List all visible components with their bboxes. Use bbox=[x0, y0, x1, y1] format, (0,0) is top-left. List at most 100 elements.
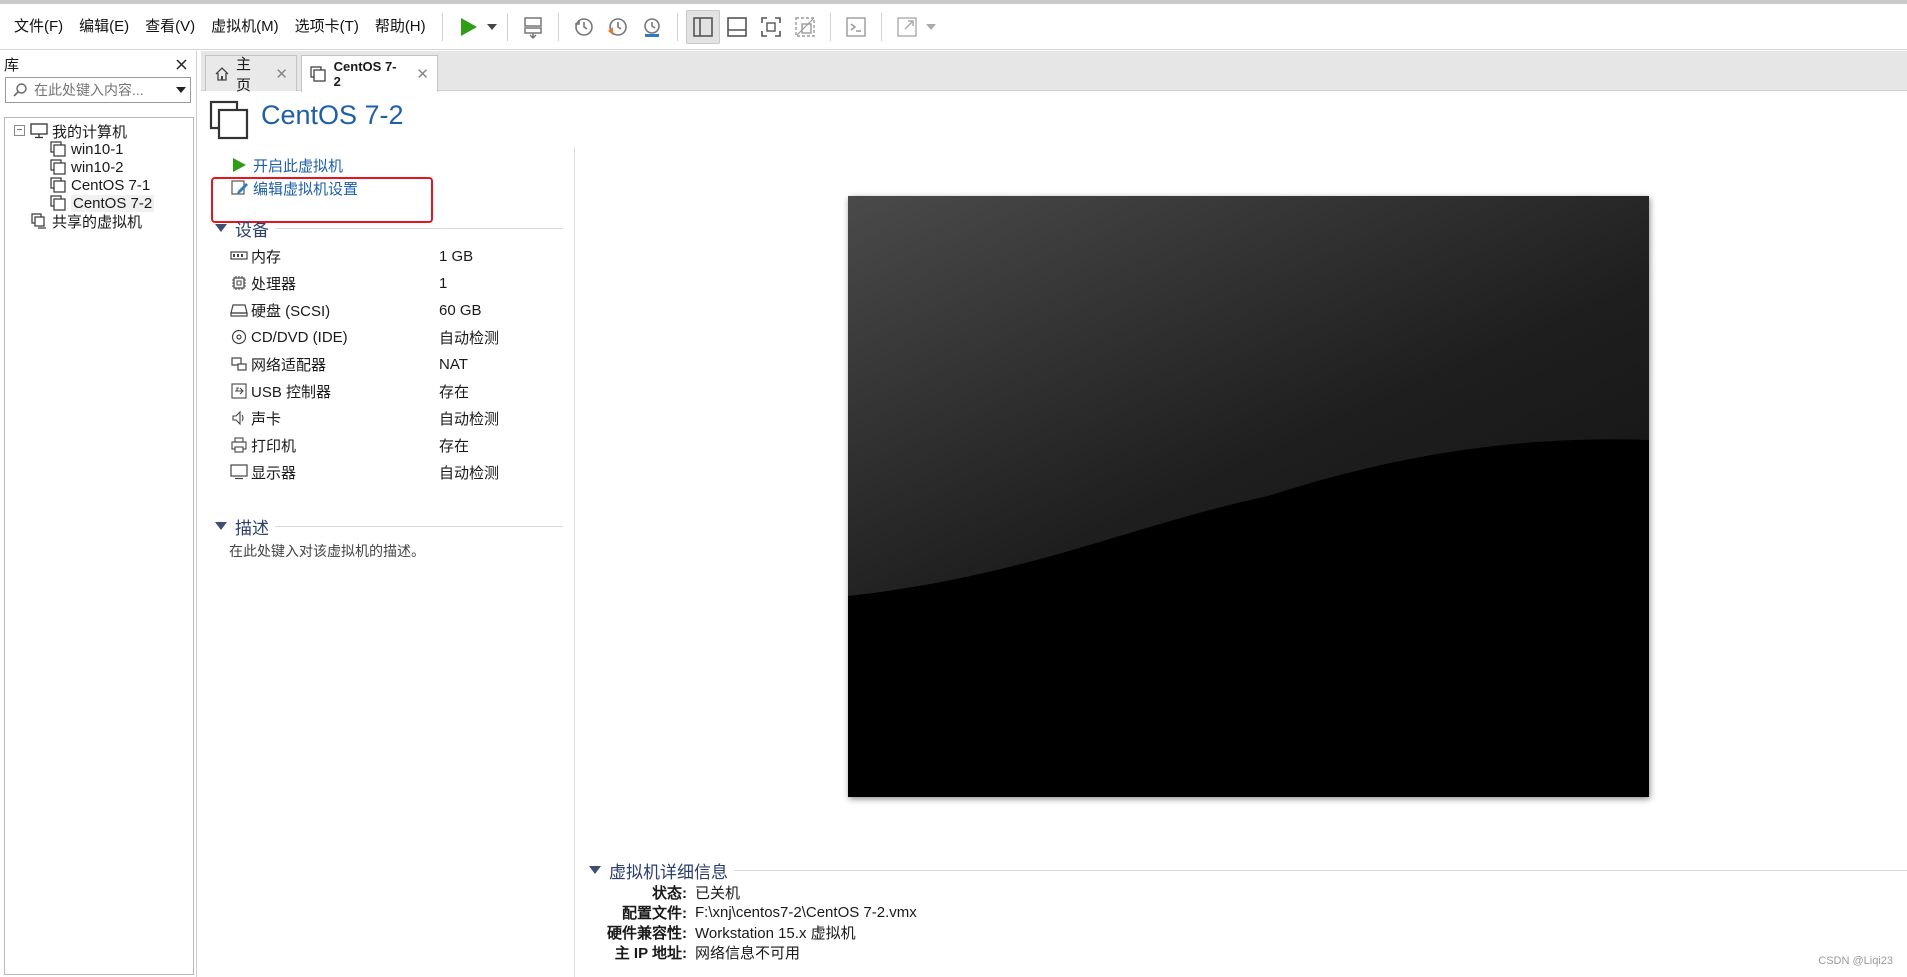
toolbar-separator bbox=[441, 12, 443, 41]
console-view-button[interactable] bbox=[839, 10, 873, 44]
play-icon bbox=[231, 155, 251, 175]
detail-value: Workstation 15.x 虚拟机 bbox=[695, 924, 856, 942]
device-row-network-adapter[interactable]: 网络适配器 NAT bbox=[229, 352, 569, 376]
device-row-sound-card[interactable]: 声卡 自动检测 bbox=[229, 406, 569, 430]
console-icon bbox=[845, 16, 866, 37]
full-screen-button[interactable] bbox=[754, 10, 788, 44]
description-placeholder[interactable]: 在此处键入对该虚拟机的描述。 bbox=[229, 541, 425, 561]
device-value: 存在 bbox=[439, 437, 470, 455]
library-title: 库 bbox=[4, 56, 20, 74]
device-row-cd-dvd[interactable]: CD/DVD (IDE) 自动检测 bbox=[229, 325, 569, 349]
stretch-icon bbox=[896, 16, 917, 37]
detail-key: 状态: bbox=[652, 884, 687, 902]
vm-details-section-title: 虚拟机详细信息 bbox=[609, 862, 728, 882]
toolbar-separator bbox=[880, 12, 882, 41]
device-row-hard-disk[interactable]: 硬盘 (SCSI) 60 GB bbox=[229, 298, 569, 322]
watermark: CSDN @Liqi23 bbox=[1818, 955, 1893, 967]
power-dropdown-button[interactable] bbox=[485, 10, 499, 44]
close-tab-button[interactable]: ✕ bbox=[275, 65, 288, 83]
library-search-input[interactable] bbox=[34, 82, 172, 98]
stretch-dropdown-button[interactable] bbox=[924, 10, 938, 44]
detail-value: F:\xnj\centos7-2\CentOS 7-2.vmx bbox=[695, 903, 917, 921]
send-ctrl-alt-del-button[interactable] bbox=[516, 10, 550, 44]
device-row-memory[interactable]: 内存 1 GB bbox=[229, 244, 569, 268]
search-icon bbox=[6, 82, 34, 98]
tab-label: 主页 bbox=[236, 55, 252, 94]
device-row-printer[interactable]: 打印机 存在 bbox=[229, 433, 569, 457]
menu-file[interactable]: 文件(F) bbox=[6, 12, 71, 42]
section-divider bbox=[275, 227, 563, 229]
vm-summary-page: CentOS 7-2 开启此虚拟机 编辑虚拟机设置 设备 内存 1 GB 处理器… bbox=[201, 92, 1907, 977]
detail-row-hardware-compatibility: 硬件兼容性: Workstation 15.x 虚拟机 bbox=[589, 922, 1289, 942]
device-value: 1 GB bbox=[439, 247, 474, 265]
display-icon bbox=[229, 462, 249, 482]
network-adapter-icon bbox=[229, 354, 249, 374]
cpu-icon bbox=[229, 273, 249, 293]
collapse-triangle-icon bbox=[215, 224, 227, 232]
tab-home[interactable]: 主页 ✕ bbox=[205, 55, 297, 94]
usb-icon bbox=[229, 381, 249, 401]
toolbar-separator bbox=[676, 12, 678, 41]
device-value: 60 GB bbox=[439, 301, 482, 319]
menu-vm[interactable]: 虚拟机(M) bbox=[203, 12, 287, 42]
sound-icon bbox=[229, 408, 249, 428]
device-row-display[interactable]: 显示器 自动检测 bbox=[229, 460, 569, 484]
show-library-button[interactable] bbox=[685, 9, 720, 44]
detail-value: 已关机 bbox=[695, 884, 741, 902]
device-value: 自动检测 bbox=[439, 464, 500, 482]
computer-icon bbox=[29, 121, 49, 141]
library-panel: 库 − 我的计算机 win10-1 bbox=[0, 51, 197, 977]
tree-item-label: 共享的虚拟机 bbox=[52, 213, 143, 231]
take-snapshot-button[interactable] bbox=[567, 10, 601, 44]
snapshot-icon bbox=[574, 17, 593, 36]
cd-dvd-icon bbox=[229, 327, 249, 347]
unity-button[interactable] bbox=[788, 10, 822, 44]
library-header: 库 bbox=[0, 51, 196, 77]
menu-edit[interactable]: 编辑(E) bbox=[71, 12, 137, 42]
toolbar-separator bbox=[829, 12, 831, 41]
close-tab-button[interactable]: ✕ bbox=[416, 65, 429, 83]
revert-snapshot-button[interactable] bbox=[601, 10, 635, 44]
vm-details-section-header[interactable]: 虚拟机详细信息 bbox=[589, 858, 1907, 882]
device-name: 内存 bbox=[251, 248, 282, 266]
tab-label: CentOS 7-2 bbox=[333, 59, 397, 89]
description-section-header[interactable]: 描述 bbox=[215, 514, 563, 538]
detail-value: 网络信息不可用 bbox=[695, 944, 801, 962]
page-title: CentOS 7-2 bbox=[261, 100, 404, 130]
vm-screen-preview[interactable] bbox=[848, 196, 1649, 797]
device-row-usb-controller[interactable]: USB 控制器 存在 bbox=[229, 379, 569, 403]
search-dropdown-button[interactable] bbox=[172, 87, 190, 93]
tree-collapse-toggle[interactable]: − bbox=[14, 125, 25, 136]
snapshot-manager-button[interactable] bbox=[635, 10, 669, 44]
detail-row-status: 状态: 已关机 bbox=[589, 882, 1289, 902]
toolbar-separator bbox=[506, 12, 508, 41]
library-search-box[interactable] bbox=[5, 77, 191, 103]
tree-item-shared-vms[interactable]: 共享的虚拟机 bbox=[29, 210, 142, 232]
close-library-button[interactable] bbox=[172, 54, 190, 75]
menu-tabs[interactable]: 选项卡(T) bbox=[287, 12, 367, 42]
device-name: 网络适配器 bbox=[251, 356, 327, 374]
revert-snapshot-icon bbox=[607, 17, 627, 36]
stretch-guest-button[interactable] bbox=[890, 10, 924, 44]
chevron-down-icon bbox=[925, 23, 936, 30]
printer-icon bbox=[229, 435, 249, 455]
menu-help[interactable]: 帮助(H) bbox=[367, 12, 434, 42]
menu-toolbar: 文件(F) 编辑(E) 查看(V) 虚拟机(M) 选项卡(T) 帮助(H) bbox=[0, 4, 1907, 50]
collapse-triangle-icon bbox=[589, 866, 601, 874]
device-row-processor[interactable]: 处理器 1 bbox=[229, 271, 569, 295]
tree-item-label: win10-1 bbox=[71, 140, 124, 158]
play-icon bbox=[460, 17, 477, 36]
device-name: CD/DVD (IDE) bbox=[251, 328, 348, 346]
menu-view[interactable]: 查看(V) bbox=[137, 12, 203, 42]
vm-large-icon bbox=[209, 100, 249, 140]
collapse-triangle-icon bbox=[215, 522, 227, 530]
tab-centos-7-2[interactable]: CentOS 7-2 ✕ bbox=[301, 55, 438, 92]
thumbnail-bar-button[interactable] bbox=[720, 10, 754, 44]
detail-key: 硬件兼容性: bbox=[607, 924, 687, 942]
snapshot-manager-icon bbox=[643, 17, 660, 37]
devices-section-header[interactable]: 设备 bbox=[215, 216, 563, 240]
power-on-button[interactable] bbox=[451, 10, 485, 44]
thumbnail-bar-icon bbox=[726, 16, 747, 37]
section-divider bbox=[734, 869, 1907, 871]
power-on-vm-link[interactable]: 开启此虚拟机 bbox=[231, 154, 343, 176]
